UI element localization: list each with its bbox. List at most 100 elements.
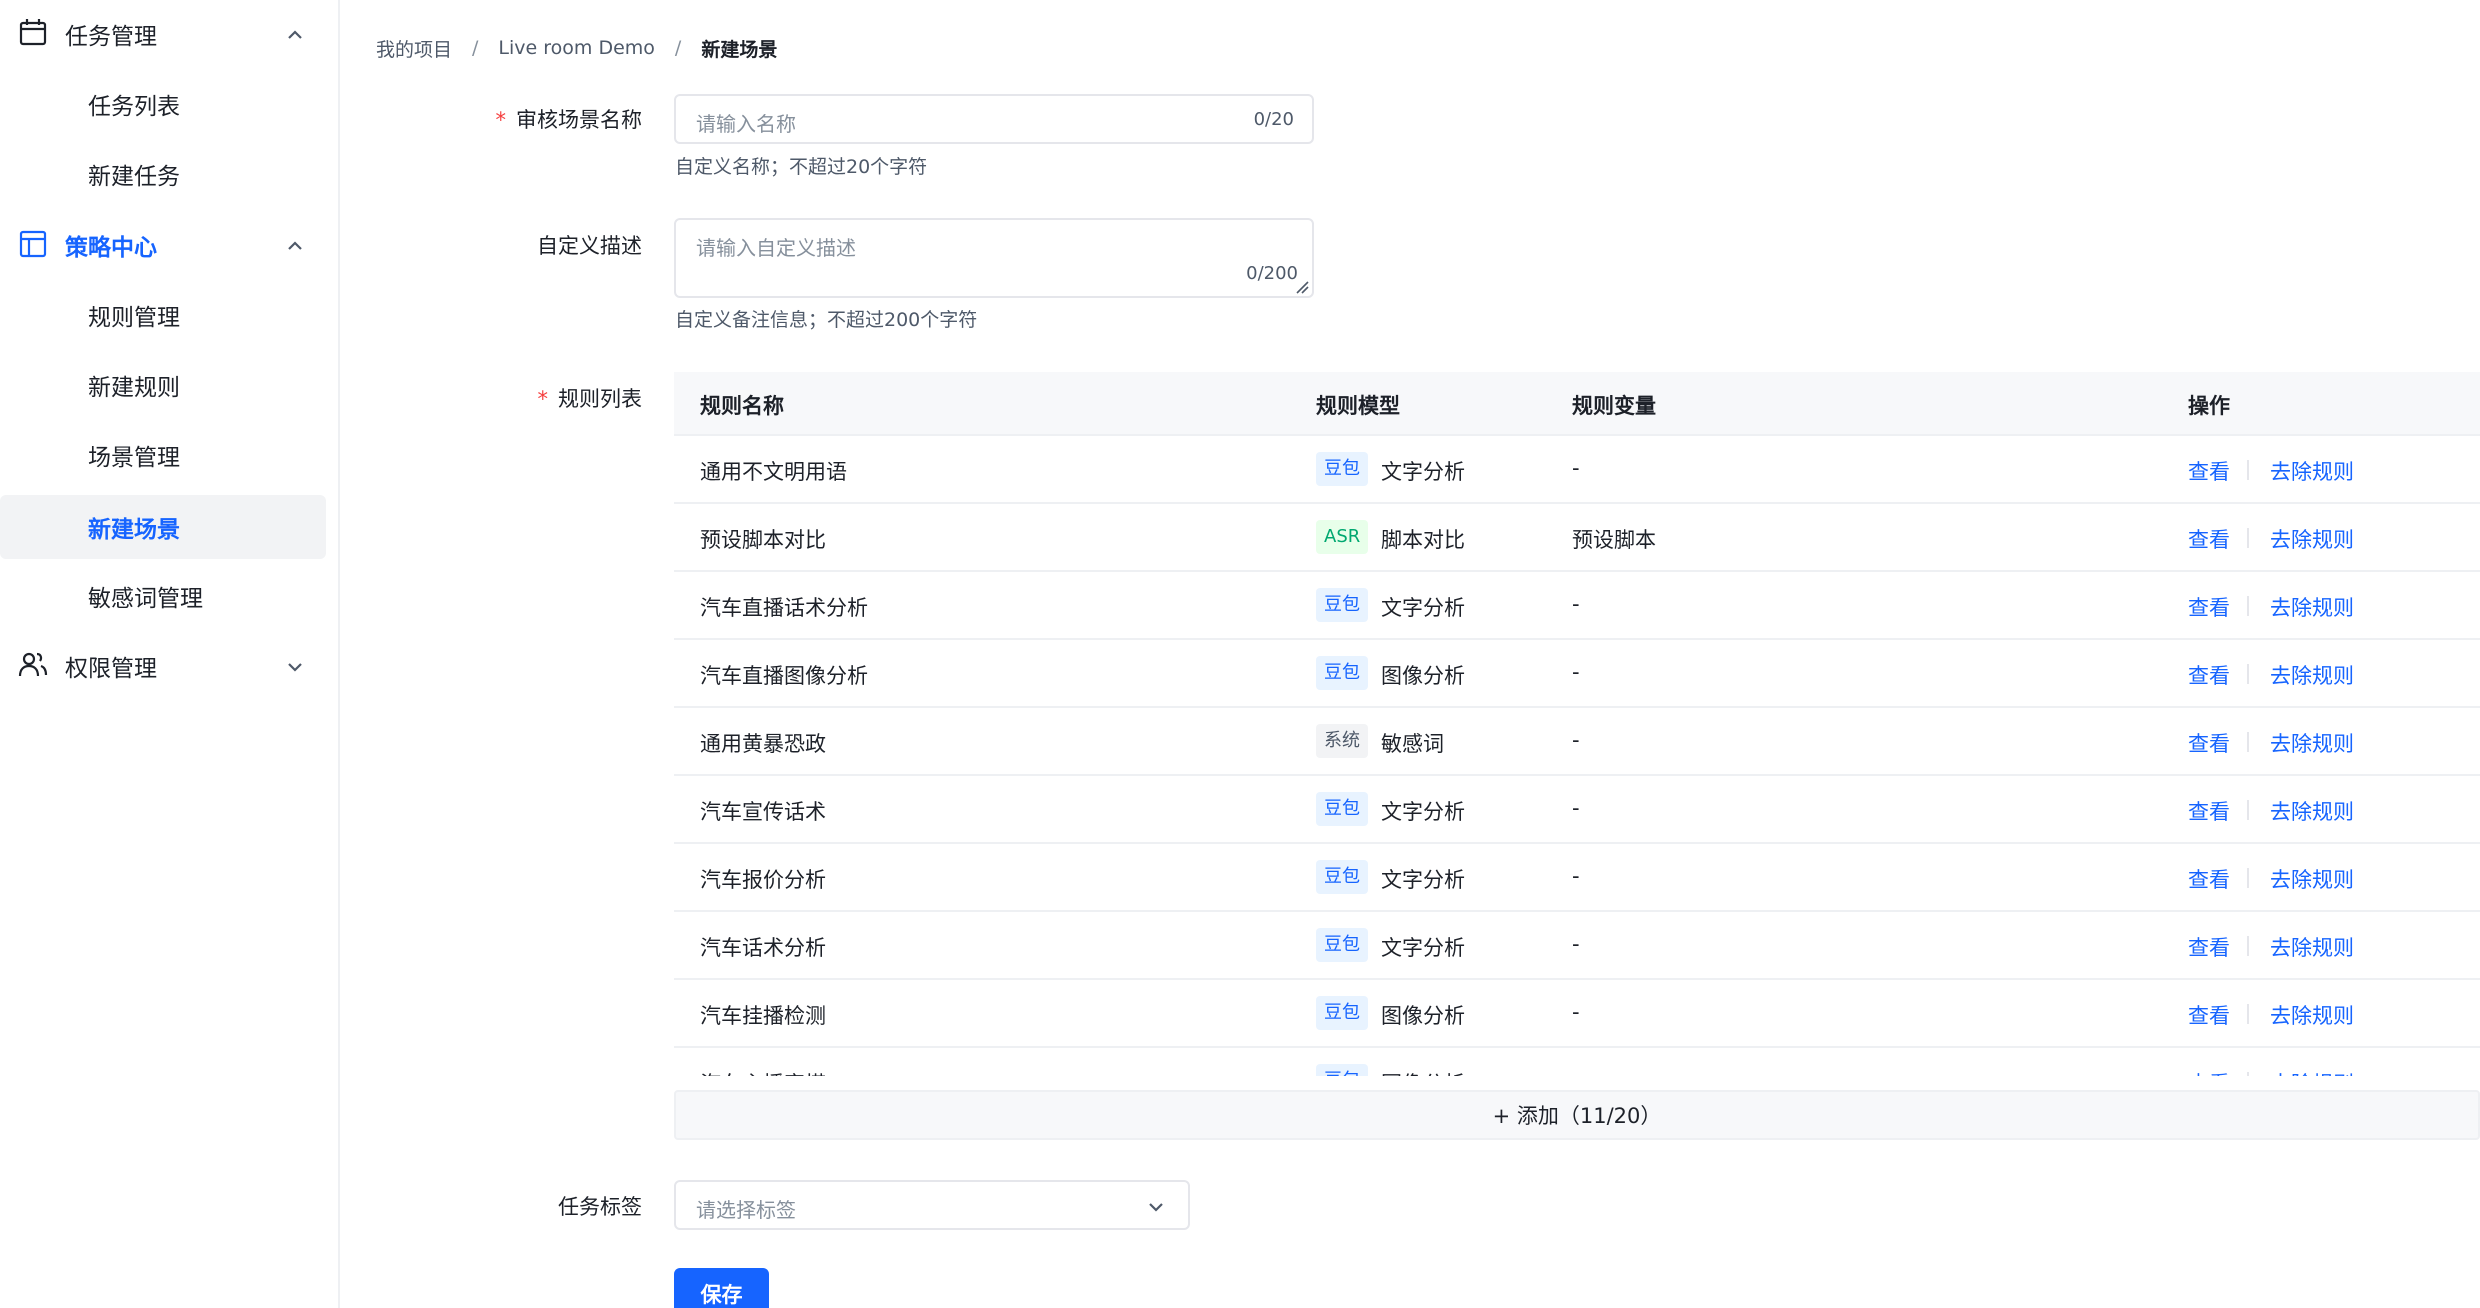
sidebar-item-label: 规则管理 bbox=[88, 305, 180, 331]
rule-variable-cell: - bbox=[1572, 1068, 1580, 1076]
description-counter: 0/200 bbox=[1246, 263, 1298, 284]
table-row: 预设脚本对比 ASR 脚本对比 预设脚本 查看 去除规则 bbox=[674, 504, 2480, 572]
calendar-icon bbox=[16, 16, 50, 50]
description-label: 自定义描述 bbox=[537, 234, 642, 258]
breadcrumb-item[interactable]: 我的项目 bbox=[376, 35, 452, 62]
view-rule-link[interactable]: 查看 bbox=[2188, 796, 2230, 826]
description-hint: 自定义备注信息；不超过200个字符 bbox=[675, 309, 978, 331]
remove-rule-link[interactable]: 去除规则 bbox=[2270, 796, 2354, 826]
remove-rule-link[interactable]: 去除规则 bbox=[2270, 864, 2354, 894]
required-mark: * bbox=[537, 387, 549, 411]
view-rule-link[interactable]: 查看 bbox=[2188, 864, 2230, 894]
sidebar-item-task-list[interactable]: 任务列表 bbox=[0, 72, 326, 136]
scene-name-placeholder: 请输入名称 bbox=[696, 112, 796, 136]
action-divider bbox=[2247, 936, 2249, 956]
view-rule-link[interactable]: 查看 bbox=[2188, 660, 2230, 690]
rule-name-cell: 汽车话术分析 bbox=[700, 936, 826, 960]
layout-icon bbox=[16, 227, 50, 261]
table-row: 汽车主播穿搭 豆包 图像分析 - 查看 去除规则 bbox=[674, 1048, 2480, 1076]
rule-variable-cell: 预设脚本 bbox=[1572, 528, 1656, 552]
nav-group-task-management[interactable]: 任务管理 bbox=[0, 1, 340, 67]
remove-rule-link[interactable]: 去除规则 bbox=[2270, 932, 2354, 962]
rule-source-tag: 豆包 bbox=[1316, 860, 1368, 894]
rule-model-cell: 脚本对比 bbox=[1381, 528, 1465, 552]
save-button[interactable]: 保存 bbox=[674, 1268, 769, 1308]
sidebar-item-new-scene[interactable]: 新建场景 bbox=[0, 495, 326, 559]
view-rule-link[interactable]: 查看 bbox=[2188, 524, 2230, 554]
remove-rule-link[interactable]: 去除规则 bbox=[2270, 1068, 2354, 1076]
nav-group-label: 任务管理 bbox=[65, 24, 157, 50]
sidebar-item-label: 任务列表 bbox=[88, 94, 180, 120]
scene-name-label-text: 审核场景名称 bbox=[516, 108, 642, 132]
breadcrumb: 我的项目 / Live room Demo / 新建场景 bbox=[376, 33, 777, 63]
scene-name-input[interactable]: 请输入名称 0/20 bbox=[674, 94, 1314, 144]
sidebar-item-sensitive-words[interactable]: 敏感词管理 bbox=[0, 564, 326, 628]
action-divider bbox=[2247, 1072, 2249, 1076]
rule-model-cell: 图像分析 bbox=[1381, 1004, 1465, 1028]
rule-name-cell: 汽车主播穿搭 bbox=[700, 1068, 826, 1076]
sidebar-item-label: 敏感词管理 bbox=[88, 586, 203, 612]
rule-model-cell: 文字分析 bbox=[1381, 596, 1465, 620]
rules-table: 规则名称 规则模型 规则变量 操作 通用不文明用语 豆包 文字分析 - 查看 去除规则 预设… bbox=[674, 372, 2480, 1076]
rule-variable-cell: - bbox=[1572, 864, 1580, 888]
rule-variable-cell: - bbox=[1572, 728, 1580, 752]
rule-name-cell: 汽车直播图像分析 bbox=[700, 664, 868, 688]
rules-label: * 规则列表 bbox=[538, 383, 643, 413]
rule-model-cell: 文字分析 bbox=[1381, 868, 1465, 892]
column-header-actions: 操作 bbox=[2188, 394, 2230, 418]
view-rule-link[interactable]: 查看 bbox=[2188, 1068, 2230, 1076]
table-row: 汽车挂播检测 豆包 图像分析 - 查看 去除规则 bbox=[674, 980, 2480, 1048]
view-rule-link[interactable]: 查看 bbox=[2188, 728, 2230, 758]
view-rule-link[interactable]: 查看 bbox=[2188, 932, 2230, 962]
remove-rule-link[interactable]: 去除规则 bbox=[2270, 456, 2354, 486]
sidebar-item-label: 场景管理 bbox=[88, 445, 180, 471]
action-divider bbox=[2247, 596, 2249, 616]
action-divider bbox=[2247, 868, 2249, 888]
chevron-up-icon bbox=[284, 24, 306, 46]
table-row: 汽车直播话术分析 豆包 文字分析 - 查看 去除规则 bbox=[674, 572, 2480, 640]
rule-variable-cell: - bbox=[1572, 456, 1580, 480]
view-rule-link[interactable]: 查看 bbox=[2188, 592, 2230, 622]
add-rule-button[interactable]: + 添加（11/20） bbox=[674, 1090, 2480, 1140]
action-divider bbox=[2247, 732, 2249, 752]
remove-rule-link[interactable]: 去除规则 bbox=[2270, 1000, 2354, 1030]
nav-group-strategy-center[interactable]: 策略中心 bbox=[0, 212, 340, 278]
remove-rule-link[interactable]: 去除规则 bbox=[2270, 660, 2354, 690]
rule-source-tag: 豆包 bbox=[1316, 928, 1368, 962]
column-header-rule-variable: 规则变量 bbox=[1572, 394, 1656, 418]
rule-model-cell: 文字分析 bbox=[1381, 936, 1465, 960]
sidebar-item-new-task[interactable]: 新建任务 bbox=[0, 142, 326, 206]
view-rule-link[interactable]: 查看 bbox=[2188, 456, 2230, 486]
rule-model-cell: 图像分析 bbox=[1381, 1068, 1465, 1076]
remove-rule-link[interactable]: 去除规则 bbox=[2270, 728, 2354, 758]
rule-source-tag: 豆包 bbox=[1316, 996, 1368, 1030]
table-row: 汽车宣传话术 豆包 文字分析 - 查看 去除规则 bbox=[674, 776, 2480, 844]
sidebar-item-scene-management[interactable]: 场景管理 bbox=[0, 423, 326, 487]
description-placeholder: 请输入自定义描述 bbox=[696, 236, 856, 260]
rule-model-cell: 图像分析 bbox=[1381, 664, 1465, 688]
resize-handle-icon[interactable] bbox=[1295, 279, 1309, 294]
remove-rule-link[interactable]: 去除规则 bbox=[2270, 592, 2354, 622]
sidebar-item-rule-management[interactable]: 规则管理 bbox=[0, 283, 326, 347]
table-row: 通用黄暴恐政 系统 敏感词 - 查看 去除规则 bbox=[674, 708, 2480, 776]
task-tags-label: 任务标签 bbox=[558, 1195, 642, 1219]
rule-name-cell: 汽车挂播检测 bbox=[700, 1004, 826, 1028]
nav-group-permissions[interactable]: 权限管理 bbox=[0, 633, 340, 699]
rule-source-tag: ASR bbox=[1316, 520, 1369, 554]
rule-variable-cell: - bbox=[1572, 592, 1580, 616]
table-header: 规则名称 规则模型 规则变量 操作 bbox=[674, 372, 2480, 436]
action-divider bbox=[2247, 1004, 2249, 1024]
description-textarea[interactable]: 请输入自定义描述 0/200 bbox=[674, 218, 1314, 298]
breadcrumb-item[interactable]: Live room Demo bbox=[498, 37, 654, 59]
remove-rule-link[interactable]: 去除规则 bbox=[2270, 524, 2354, 554]
column-header-rule-name: 规则名称 bbox=[700, 394, 784, 418]
required-mark: * bbox=[495, 108, 507, 132]
rule-name-cell: 通用黄暴恐政 bbox=[700, 732, 826, 756]
table-row: 通用不文明用语 豆包 文字分析 - 查看 去除规则 bbox=[674, 436, 2480, 504]
sidebar-item-label: 新建场景 bbox=[88, 517, 180, 543]
view-rule-link[interactable]: 查看 bbox=[2188, 1000, 2230, 1030]
sidebar-item-new-rule[interactable]: 新建规则 bbox=[0, 353, 326, 417]
action-divider bbox=[2247, 528, 2249, 548]
task-tags-select[interactable]: 请选择标签 bbox=[674, 1180, 1190, 1230]
sidebar-item-label: 新建任务 bbox=[88, 164, 180, 190]
